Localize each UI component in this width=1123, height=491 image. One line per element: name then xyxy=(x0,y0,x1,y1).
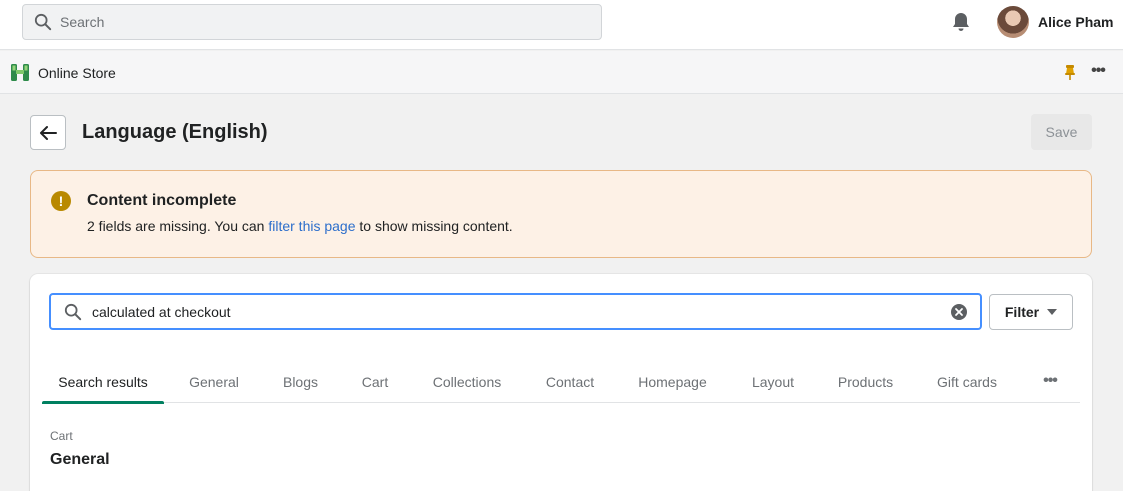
tab-general[interactable]: General xyxy=(179,360,249,403)
content-incomplete-banner: ! Content incomplete 2 fields are missin… xyxy=(30,170,1092,258)
search-icon xyxy=(63,302,83,322)
section-title: General xyxy=(50,451,110,468)
tab-blogs[interactable]: Blogs xyxy=(272,360,329,403)
translation-search-input[interactable]: calculated at checkout xyxy=(49,293,982,330)
tab-homepage[interactable]: Homepage xyxy=(627,360,718,403)
online-store-icon xyxy=(10,62,30,82)
filter-page-link[interactable]: filter this page xyxy=(268,218,355,234)
more-tabs-icon[interactable]: ••• xyxy=(1038,372,1062,392)
tab-cart[interactable]: Cart xyxy=(352,360,398,403)
tab-gift-cards[interactable]: Gift cards xyxy=(926,360,1008,403)
tab-layout[interactable]: Layout xyxy=(742,360,804,403)
global-search-placeholder: Search xyxy=(60,14,105,30)
avatar[interactable] xyxy=(997,6,1029,38)
clear-search-icon[interactable] xyxy=(950,303,968,321)
translations-card: calculated at checkout Filter Search res… xyxy=(30,274,1092,491)
global-search-input[interactable]: Search xyxy=(22,4,602,40)
banner-title: Content incomplete xyxy=(87,192,237,209)
tab-contact[interactable]: Contact xyxy=(535,360,605,403)
banner-message-start: 2 fields are missing. You can xyxy=(87,218,269,234)
back-button[interactable] xyxy=(30,115,66,150)
save-button[interactable]: Save xyxy=(1031,114,1092,150)
warning-icon: ! xyxy=(51,191,71,211)
tab-collections[interactable]: Collections xyxy=(420,360,514,403)
page-title: Language (English) xyxy=(82,121,268,143)
tab-products[interactable]: Products xyxy=(828,360,903,403)
section-caption: Cart xyxy=(50,429,73,443)
banner-message: 2 fields are missing. You can filter thi… xyxy=(87,218,513,234)
arrow-left-icon xyxy=(40,125,57,140)
search-icon xyxy=(33,12,53,32)
category-tabs: Search results General Blogs Cart Collec… xyxy=(42,360,1080,404)
filter-button[interactable]: Filter xyxy=(989,294,1073,330)
search-value: calculated at checkout xyxy=(92,303,231,320)
more-actions-icon[interactable]: ••• xyxy=(1088,61,1108,81)
caret-down-icon xyxy=(1047,309,1058,315)
filter-button-label: Filter xyxy=(1004,304,1040,320)
app-bar: Online Store ••• xyxy=(0,51,1123,94)
bell-icon[interactable] xyxy=(950,11,972,33)
pin-icon[interactable] xyxy=(1061,63,1079,81)
user-name[interactable]: Alice Pham xyxy=(1038,14,1113,30)
tab-search-results[interactable]: Search results xyxy=(42,360,164,404)
banner-message-end: to show missing content. xyxy=(355,218,513,234)
app-name[interactable]: Online Store xyxy=(38,65,116,81)
top-bar: Search Alice Pham xyxy=(0,0,1123,50)
